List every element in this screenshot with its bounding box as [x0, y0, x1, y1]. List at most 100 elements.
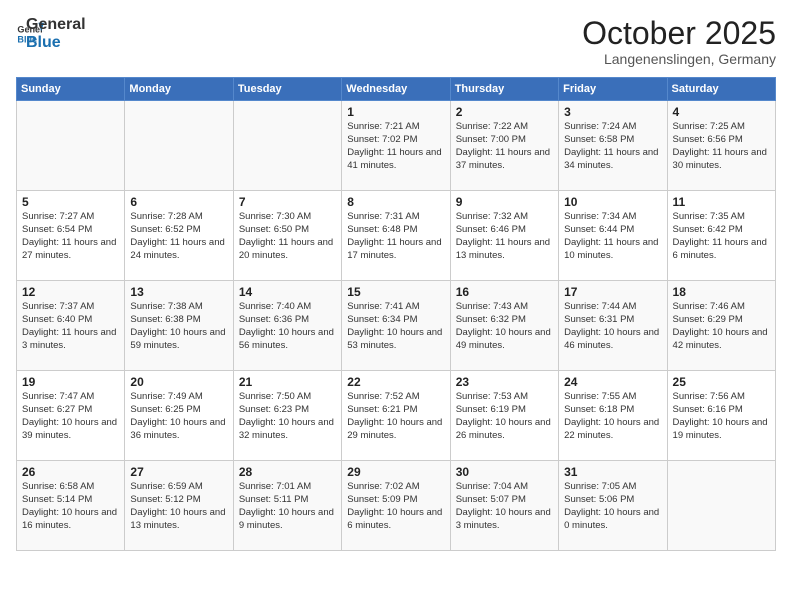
cell-w1-d7: 4 Sunrise: 7:25 AM Sunset: 6:56 PM Daylig…: [667, 101, 775, 191]
day-info: Sunrise: 7:22 AM Sunset: 7:00 PM Dayligh…: [456, 121, 553, 172]
cell-w4-d1: 19 Sunrise: 7:47 AM Sunset: 6:27 PM Dayli…: [17, 371, 125, 461]
day-number: 4: [673, 105, 770, 119]
day-number: 28: [239, 465, 336, 479]
day-info: Sunrise: 7:49 AM Sunset: 6:25 PM Dayligh…: [130, 391, 227, 442]
month-title: October 2025: [582, 16, 776, 51]
cell-w1-d4: 1 Sunrise: 7:21 AM Sunset: 7:02 PM Daylig…: [342, 101, 450, 191]
day-number: 16: [456, 285, 553, 299]
calendar-header: Sunday Monday Tuesday Wednesday Thursday…: [17, 78, 776, 101]
week-row-1: 1 Sunrise: 7:21 AM Sunset: 7:02 PM Daylig…: [17, 101, 776, 191]
day-info: Sunrise: 7:46 AM Sunset: 6:29 PM Dayligh…: [673, 301, 770, 352]
day-info: Sunrise: 7:53 AM Sunset: 6:19 PM Dayligh…: [456, 391, 553, 442]
day-info: Sunrise: 7:02 AM Sunset: 5:09 PM Dayligh…: [347, 481, 444, 532]
day-info: Sunrise: 7:21 AM Sunset: 7:02 PM Dayligh…: [347, 121, 444, 172]
cell-w3-d2: 13 Sunrise: 7:38 AM Sunset: 6:38 PM Dayli…: [125, 281, 233, 371]
col-sunday: Sunday: [17, 78, 125, 101]
day-number: 19: [22, 375, 119, 389]
cell-w5-d1: 26 Sunrise: 6:58 AM Sunset: 5:14 PM Dayli…: [17, 461, 125, 551]
day-info: Sunrise: 7:37 AM Sunset: 6:40 PM Dayligh…: [22, 301, 119, 352]
cell-w2-d1: 5 Sunrise: 7:27 AM Sunset: 6:54 PM Daylig…: [17, 191, 125, 281]
day-number: 6: [130, 195, 227, 209]
day-number: 3: [564, 105, 661, 119]
cell-w3-d4: 15Sunrise: 7:41 AM Sunset: 6:34 PM Dayli…: [342, 281, 450, 371]
week-row-3: 12 Sunrise: 7:37 AM Sunset: 6:40 PM Dayli…: [17, 281, 776, 371]
day-number: 13: [130, 285, 227, 299]
cell-w3-d7: 18 Sunrise: 7:46 AM Sunset: 6:29 PM Dayli…: [667, 281, 775, 371]
day-info: Sunrise: 7:50 AM Sunset: 6:23 PM Dayligh…: [239, 391, 336, 442]
day-number: 7: [239, 195, 336, 209]
day-info: Sunrise: 7:52 AM Sunset: 6:21 PM Dayligh…: [347, 391, 444, 442]
day-number: 17: [564, 285, 661, 299]
cell-w3-d5: 16 Sunrise: 7:43 AM Sunset: 6:32 PM Dayli…: [450, 281, 558, 371]
cell-w2-d7: 11 Sunrise: 7:35 AM Sunset: 6:42 PM Dayli…: [667, 191, 775, 281]
day-info: Sunrise: 7:05 AM Sunset: 5:06 PM Dayligh…: [564, 481, 661, 532]
day-number: 27: [130, 465, 227, 479]
day-number: 31: [564, 465, 661, 479]
header-row: Sunday Monday Tuesday Wednesday Thursday…: [17, 78, 776, 101]
logo-general-text: General: [26, 16, 86, 34]
day-info: Sunrise: 7:31 AM Sunset: 6:48 PM Dayligh…: [347, 211, 444, 262]
day-number: 11: [673, 195, 770, 209]
cell-w4-d7: 25 Sunrise: 7:56 AM Sunset: 6:16 PM Dayli…: [667, 371, 775, 461]
day-info: Sunrise: 7:44 AM Sunset: 6:31 PM Dayligh…: [564, 301, 661, 352]
day-number: 24: [564, 375, 661, 389]
cell-w2-d2: 6 Sunrise: 7:28 AM Sunset: 6:52 PM Daylig…: [125, 191, 233, 281]
col-friday: Friday: [559, 78, 667, 101]
day-info: Sunrise: 7:34 AM Sunset: 6:44 PM Dayligh…: [564, 211, 661, 262]
cell-w5-d2: 27 Sunrise: 6:59 AM Sunset: 5:12 PM Dayli…: [125, 461, 233, 551]
cell-w4-d5: 23 Sunrise: 7:53 AM Sunset: 6:19 PM Dayli…: [450, 371, 558, 461]
day-number: 8: [347, 195, 444, 209]
day-number: 1: [347, 105, 444, 119]
day-info: Sunrise: 7:30 AM Sunset: 6:50 PM Dayligh…: [239, 211, 336, 262]
day-number: 2: [456, 105, 553, 119]
day-number: 14: [239, 285, 336, 299]
cell-w1-d6: 3Sunrise: 7:24 AM Sunset: 6:58 PM Daylig…: [559, 101, 667, 191]
cell-w4-d4: 22Sunrise: 7:52 AM Sunset: 6:21 PM Dayli…: [342, 371, 450, 461]
location-subtitle: Langenenslingen, Germany: [582, 51, 776, 67]
cell-w3-d6: 17 Sunrise: 7:44 AM Sunset: 6:31 PM Dayli…: [559, 281, 667, 371]
day-number: 29: [347, 465, 444, 479]
day-number: 23: [456, 375, 553, 389]
day-number: 12: [22, 285, 119, 299]
col-saturday: Saturday: [667, 78, 775, 101]
day-info: Sunrise: 7:56 AM Sunset: 6:16 PM Dayligh…: [673, 391, 770, 442]
cell-w4-d6: 24Sunrise: 7:55 AM Sunset: 6:18 PM Dayli…: [559, 371, 667, 461]
col-monday: Monday: [125, 78, 233, 101]
day-info: Sunrise: 7:38 AM Sunset: 6:38 PM Dayligh…: [130, 301, 227, 352]
day-info: Sunrise: 7:27 AM Sunset: 6:54 PM Dayligh…: [22, 211, 119, 262]
day-number: 5: [22, 195, 119, 209]
day-info: Sunrise: 6:58 AM Sunset: 5:14 PM Dayligh…: [22, 481, 119, 532]
cell-w2-d3: 7 Sunrise: 7:30 AM Sunset: 6:50 PM Daylig…: [233, 191, 341, 281]
logo: General Blue General Blue: [16, 16, 86, 51]
cell-w1-d3: [233, 101, 341, 191]
day-number: 9: [456, 195, 553, 209]
cell-w1-d5: 2 Sunrise: 7:22 AM Sunset: 7:00 PM Daylig…: [450, 101, 558, 191]
day-info: Sunrise: 7:35 AM Sunset: 6:42 PM Dayligh…: [673, 211, 770, 262]
day-number: 25: [673, 375, 770, 389]
col-tuesday: Tuesday: [233, 78, 341, 101]
day-number: 30: [456, 465, 553, 479]
day-info: Sunrise: 7:01 AM Sunset: 5:11 PM Dayligh…: [239, 481, 336, 532]
cell-w5-d3: 28 Sunrise: 7:01 AM Sunset: 5:11 PM Dayli…: [233, 461, 341, 551]
day-info: Sunrise: 7:28 AM Sunset: 6:52 PM Dayligh…: [130, 211, 227, 262]
cell-w1-d2: [125, 101, 233, 191]
day-number: 26: [22, 465, 119, 479]
title-block: October 2025 Langenenslingen, Germany: [582, 16, 776, 67]
cell-w5-d6: 31 Sunrise: 7:05 AM Sunset: 5:06 PM Dayli…: [559, 461, 667, 551]
cell-w2-d6: 10Sunrise: 7:34 AM Sunset: 6:44 PM Dayli…: [559, 191, 667, 281]
week-row-2: 5 Sunrise: 7:27 AM Sunset: 6:54 PM Daylig…: [17, 191, 776, 281]
day-info: Sunrise: 7:43 AM Sunset: 6:32 PM Dayligh…: [456, 301, 553, 352]
day-number: 18: [673, 285, 770, 299]
day-info: Sunrise: 7:47 AM Sunset: 6:27 PM Dayligh…: [22, 391, 119, 442]
cell-w4-d3: 21Sunrise: 7:50 AM Sunset: 6:23 PM Dayli…: [233, 371, 341, 461]
cell-w5-d5: 30Sunrise: 7:04 AM Sunset: 5:07 PM Dayli…: [450, 461, 558, 551]
cell-w3-d1: 12 Sunrise: 7:37 AM Sunset: 6:40 PM Dayli…: [17, 281, 125, 371]
calendar-table: Sunday Monday Tuesday Wednesday Thursday…: [16, 77, 776, 551]
day-info: Sunrise: 6:59 AM Sunset: 5:12 PM Dayligh…: [130, 481, 227, 532]
day-info: Sunrise: 7:25 AM Sunset: 6:56 PM Dayligh…: [673, 121, 770, 172]
day-info: Sunrise: 7:41 AM Sunset: 6:34 PM Dayligh…: [347, 301, 444, 352]
week-row-5: 26 Sunrise: 6:58 AM Sunset: 5:14 PM Dayli…: [17, 461, 776, 551]
week-row-4: 19 Sunrise: 7:47 AM Sunset: 6:27 PM Dayli…: [17, 371, 776, 461]
cell-w2-d5: 9Sunrise: 7:32 AM Sunset: 6:46 PM Daylig…: [450, 191, 558, 281]
cell-w5-d7: [667, 461, 775, 551]
